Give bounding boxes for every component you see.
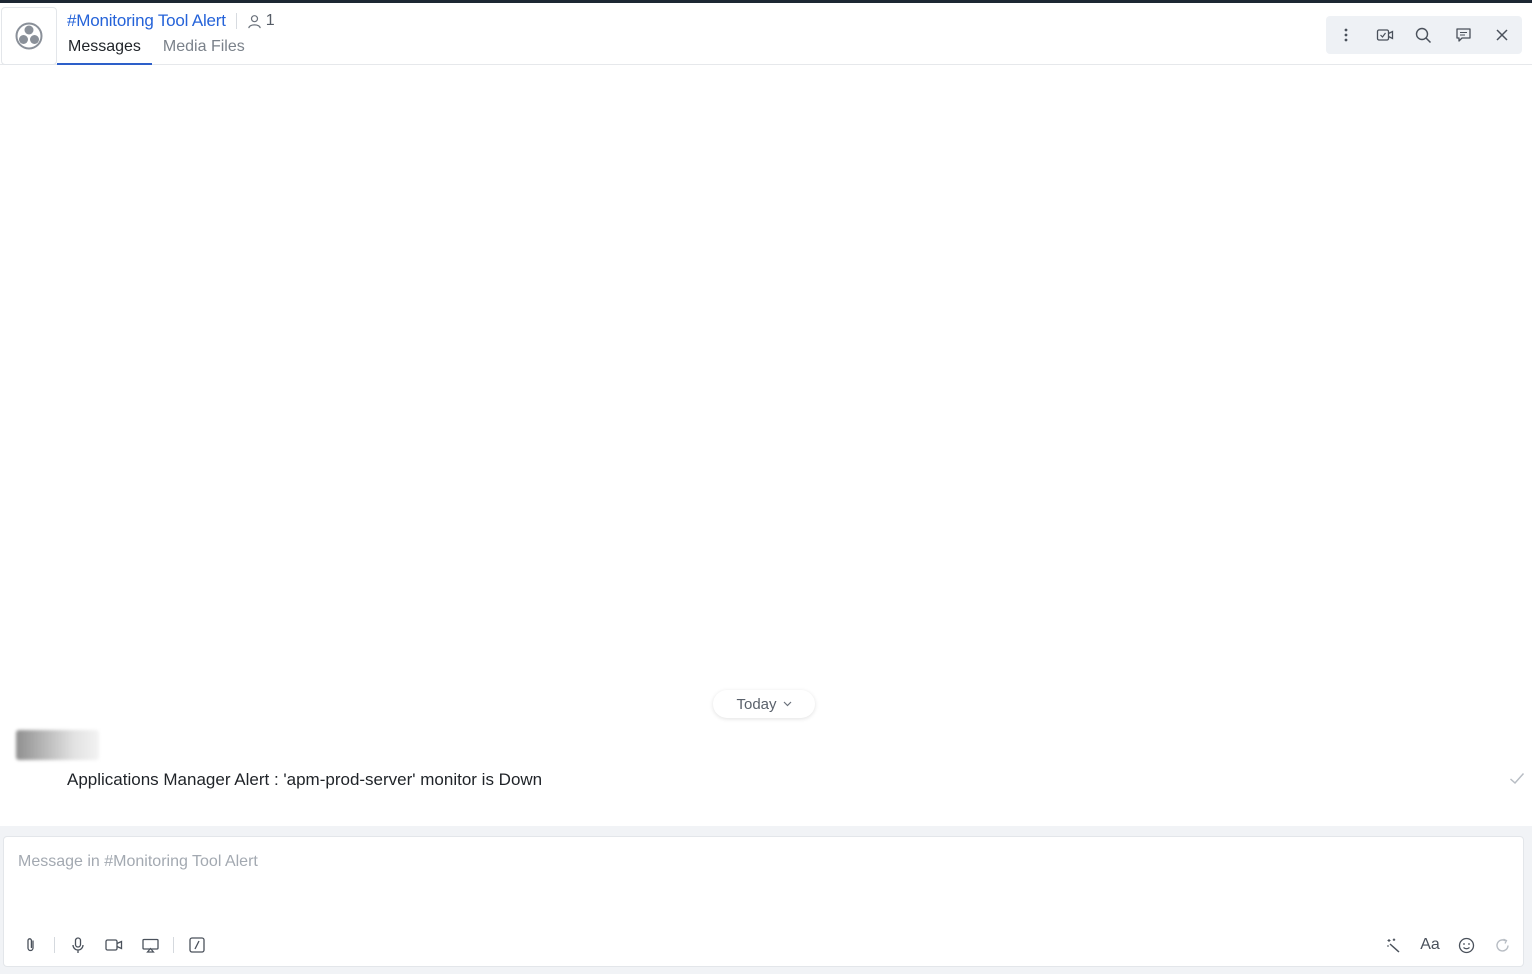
tab-media-files[interactable]: Media Files bbox=[152, 36, 256, 65]
message-input[interactable] bbox=[16, 849, 1510, 875]
message-status bbox=[1509, 772, 1525, 790]
search-icon bbox=[1416, 27, 1432, 43]
attachment-icon bbox=[27, 938, 34, 952]
screen-share-button[interactable] bbox=[137, 932, 163, 958]
refresh-icon bbox=[1495, 938, 1509, 952]
video-message-button[interactable] bbox=[101, 932, 127, 958]
more-vertical-icon bbox=[1344, 28, 1347, 42]
title-divider bbox=[235, 13, 237, 29]
threads-button[interactable] bbox=[1448, 20, 1478, 50]
date-divider-label: Today bbox=[736, 695, 777, 713]
tab-messages[interactable]: Messages bbox=[57, 36, 152, 65]
emoji-button[interactable] bbox=[1453, 932, 1479, 958]
channel-header: #Monitoring Tool Alert 1 Messages Media … bbox=[0, 3, 1532, 65]
video-call-button[interactable] bbox=[1370, 20, 1400, 50]
message-text: Applications Manager Alert : 'apm-prod-s… bbox=[67, 770, 543, 789]
composer-right-actions: Aa bbox=[1381, 932, 1515, 958]
video-message-icon bbox=[105, 939, 123, 951]
member-count[interactable]: 1 bbox=[247, 12, 275, 30]
person-icon bbox=[248, 14, 261, 28]
search-button[interactable] bbox=[1409, 20, 1439, 50]
message-composer: Aa bbox=[3, 836, 1524, 967]
composer-divider bbox=[54, 937, 55, 953]
close-button[interactable] bbox=[1487, 20, 1517, 50]
magic-wand-icon bbox=[1387, 938, 1400, 953]
microphone-icon bbox=[72, 936, 84, 953]
date-divider[interactable]: Today bbox=[713, 690, 815, 718]
refresh-button[interactable] bbox=[1489, 932, 1515, 958]
thread-icon bbox=[1456, 28, 1471, 42]
format-text-button[interactable]: Aa bbox=[1417, 932, 1443, 958]
composer-divider bbox=[173, 937, 174, 953]
channel-logo-icon bbox=[15, 22, 43, 50]
smart-compose-button[interactable] bbox=[1381, 932, 1407, 958]
screen-share-icon bbox=[141, 938, 159, 953]
channel-title[interactable]: #Monitoring Tool Alert bbox=[67, 11, 226, 31]
video-call-icon bbox=[1376, 29, 1393, 41]
channel-tabs: Messages Media Files bbox=[57, 36, 256, 65]
channel-avatar[interactable] bbox=[1, 7, 57, 65]
header-toolbar bbox=[1326, 16, 1522, 54]
member-count-value: 1 bbox=[265, 12, 275, 29]
composer-left-actions bbox=[18, 932, 220, 958]
more-options-button[interactable] bbox=[1331, 20, 1361, 50]
sender-name-redacted bbox=[16, 730, 99, 760]
chevron-down-icon bbox=[783, 701, 791, 707]
voice-message-button[interactable] bbox=[65, 932, 91, 958]
checkmark-icon bbox=[1510, 772, 1525, 785]
attach-button[interactable] bbox=[18, 932, 44, 958]
emoji-icon bbox=[1458, 937, 1474, 953]
slash-command-button[interactable] bbox=[184, 932, 210, 958]
slash-command-icon bbox=[189, 937, 205, 953]
close-icon bbox=[1496, 29, 1508, 41]
